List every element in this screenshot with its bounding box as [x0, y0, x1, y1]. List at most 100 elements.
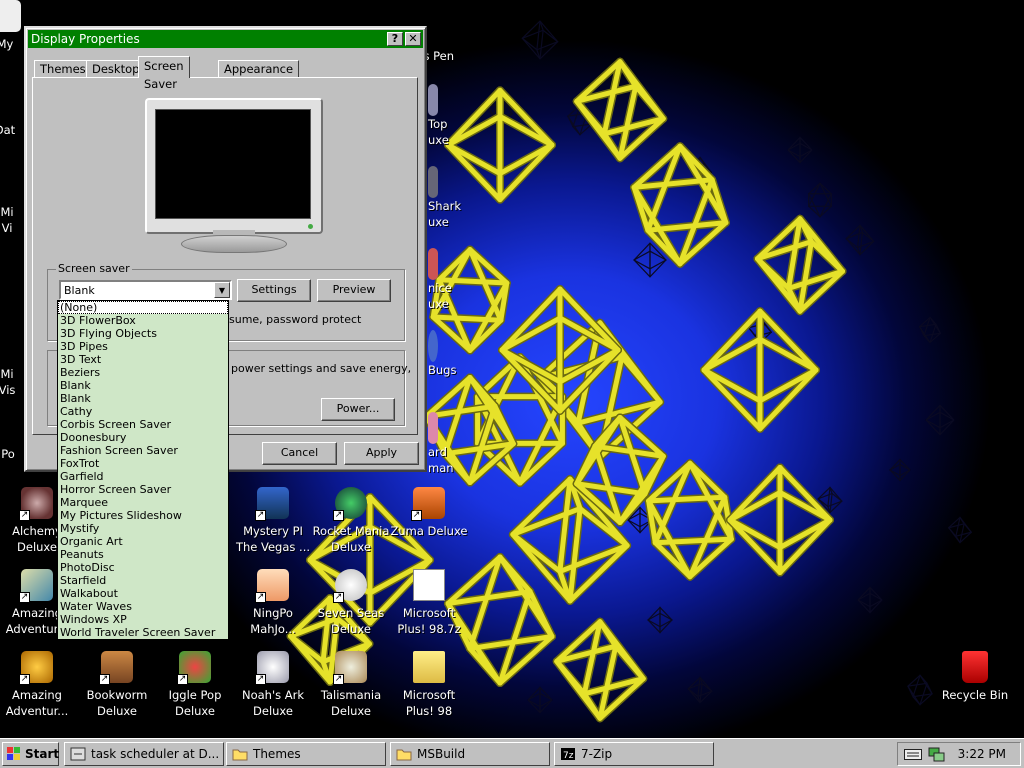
desktop-icon-shark[interactable]: Shark uxe — [428, 166, 476, 230]
dropdown-option[interactable]: Starfield — [58, 574, 228, 587]
screen-saver-dropdown-list[interactable]: (None) 3D FlowerBox 3D Flying Objects 3D Pi… — [57, 300, 229, 640]
desktop-icon-iggle-pop[interactable]: ↗ Iggle Pop Deluxe — [152, 651, 238, 719]
clock[interactable]: 3:22 PM — [958, 743, 1006, 765]
dropdown-option[interactable]: Blank — [58, 392, 228, 405]
octahedron-shape — [727, 465, 833, 575]
dropdown-option[interactable]: 3D Flying Objects — [58, 327, 228, 340]
settings-button[interactable]: Settings — [237, 279, 311, 302]
dropdown-option[interactable]: FoxTrot — [58, 457, 228, 470]
octahedron-shape — [787, 136, 813, 164]
desktop-icon-nice[interactable]: nice uxe — [428, 248, 476, 312]
dropdown-option[interactable]: Water Waves — [58, 600, 228, 613]
close-button[interactable]: ✕ — [405, 32, 421, 46]
dropdown-option[interactable]: Windows XP — [58, 613, 228, 626]
apply-button[interactable]: Apply — [344, 442, 419, 465]
system-tray: 3:22 PM — [897, 742, 1021, 766]
desktop-icon-ard[interactable]: ard man — [428, 412, 476, 476]
desktop-icon-top[interactable]: Top uxe — [428, 84, 476, 148]
desktop-icon-talismania[interactable]: ↗ Talismania Deluxe — [308, 651, 394, 719]
ningpo-icon: ↗ — [255, 569, 289, 603]
monitor-stand — [181, 235, 287, 253]
desktop-icon-bookworm[interactable]: ↗ Bookworm Deluxe — [74, 651, 160, 719]
dropdown-option[interactable]: Beziers — [58, 366, 228, 379]
monitor-preview — [145, 98, 323, 234]
dropdown-option[interactable]: My Pictures Slideshow — [58, 509, 228, 522]
octahedron-shape — [925, 404, 955, 436]
screen-saver-select[interactable]: Blank ▼ — [59, 280, 232, 300]
preview-button[interactable]: Preview — [317, 279, 391, 302]
help-button[interactable]: ? — [387, 32, 403, 46]
start-button[interactable]: Start — [2, 742, 59, 766]
dropdown-option[interactable]: Blank — [58, 379, 228, 392]
archive-icon — [413, 569, 445, 601]
svg-text:7z: 7z — [563, 751, 574, 761]
tab-appearance[interactable]: Appearance — [218, 60, 300, 78]
tab-desktop[interactable]: Desktop — [86, 60, 146, 78]
task-task-scheduler[interactable]: task scheduler at D... — [64, 742, 224, 766]
dropdown-option[interactable]: World Traveler Screen Saver — [58, 626, 228, 639]
app-icon — [0, 410, 24, 442]
power-button[interactable]: Power... — [321, 398, 395, 421]
app-icon — [428, 248, 438, 280]
dropdown-option[interactable]: 3D Pipes — [58, 340, 228, 353]
desktop-icon-recycle-bin[interactable]: Recycle Bin — [932, 651, 1018, 703]
task-themes[interactable]: Themes — [226, 742, 386, 766]
network-icon[interactable] — [928, 747, 946, 762]
task-label: Themes — [253, 747, 301, 761]
octahedron-shape — [701, 308, 819, 432]
screen-saver-group-label: Screen saver — [56, 262, 132, 275]
dropdown-option[interactable]: Corbis Screen Saver — [58, 418, 228, 431]
dropdown-option[interactable]: Walkabout — [58, 587, 228, 600]
dropdown-option[interactable]: 3D Text — [58, 353, 228, 366]
zuma-icon: ↗ — [411, 487, 445, 521]
task-scheduler-icon — [70, 747, 86, 761]
desktop-icon-microsoft-plus-98-7z[interactable]: Microsoft Plus! 98.7z — [386, 569, 472, 637]
desktop-icon-noahs-ark[interactable]: ↗ Noah's Ark Deluxe — [230, 651, 316, 719]
seven-seas-icon: ↗ — [333, 569, 367, 603]
desktop-icon-microsoft-plus-98[interactable]: Microsoft Plus! 98 — [386, 651, 472, 719]
dropdown-option[interactable]: Organic Art — [58, 535, 228, 548]
dropdown-option[interactable]: Doonesbury — [58, 431, 228, 444]
app-icon — [428, 84, 438, 116]
amazing-adventures-icon: ↗ — [19, 569, 53, 603]
desktop-icon-ningpo[interactable]: ↗ NingPo MahJo... — [230, 569, 316, 637]
iggle-pop-icon: ↗ — [177, 651, 211, 685]
desktop-icon-seven-seas[interactable]: ↗ Seven Seas Deluxe — [308, 569, 394, 637]
octahedron-shape — [907, 674, 933, 706]
task-7zip[interactable]: 7z 7-Zip — [554, 742, 714, 766]
desktop-icon-amazing-adventures-2[interactable]: ↗ Amazing Adventur... — [0, 651, 80, 719]
dropdown-option[interactable]: Mystify — [58, 522, 228, 535]
dropdown-option[interactable]: Garfield — [58, 470, 228, 483]
dropdown-option[interactable]: Fashion Screen Saver — [58, 444, 228, 457]
chevron-down-icon[interactable]: ▼ — [214, 282, 230, 298]
dropdown-option[interactable]: 3D FlowerBox — [58, 314, 228, 327]
desktop-icon-zuma[interactable]: ↗ Zuma Deluxe — [386, 487, 472, 539]
screen-saver-selected-value: Blank — [64, 284, 95, 297]
mystery-pi-icon: ↗ — [255, 487, 289, 521]
start-label: Start — [25, 747, 60, 761]
talismania-icon: ↗ — [333, 651, 367, 685]
task-msbuild[interactable]: MSBuild — [390, 742, 550, 766]
octahedron-shape — [499, 286, 621, 414]
octahedron-shape — [527, 686, 553, 714]
desktop-icon-rocket-mania[interactable]: ↗ Rocket Mania Deluxe — [308, 487, 394, 555]
dropdown-option[interactable]: Marquee — [58, 496, 228, 509]
app-icon — [0, 330, 23, 362]
desktop-icon-mystery-pi[interactable]: ↗ Mystery PI The Vegas ... — [230, 487, 316, 555]
keyboard-icon[interactable] — [904, 748, 922, 760]
tab-screen-saver[interactable]: Screen Saver — [138, 56, 190, 91]
tab-themes[interactable]: Themes — [34, 60, 92, 78]
octahedron-shape — [857, 586, 883, 614]
dropdown-option[interactable]: Cathy — [58, 405, 228, 418]
octahedron-shape — [572, 57, 668, 163]
dropdown-option[interactable]: (None) — [58, 301, 228, 314]
resume-password-text: sume, password protect — [229, 313, 362, 326]
desktop-icon-bugs[interactable]: Bugs — [428, 330, 476, 378]
title-bar[interactable]: Display Properties ? ✕ — [28, 30, 423, 48]
bugs-icon — [428, 330, 438, 362]
dropdown-option[interactable]: Horror Screen Saver — [58, 483, 228, 496]
dropdown-option[interactable]: Peanuts — [58, 548, 228, 561]
octahedron-shape — [845, 224, 875, 256]
cancel-button[interactable]: Cancel — [262, 442, 337, 465]
dropdown-option[interactable]: PhotoDisc — [58, 561, 228, 574]
